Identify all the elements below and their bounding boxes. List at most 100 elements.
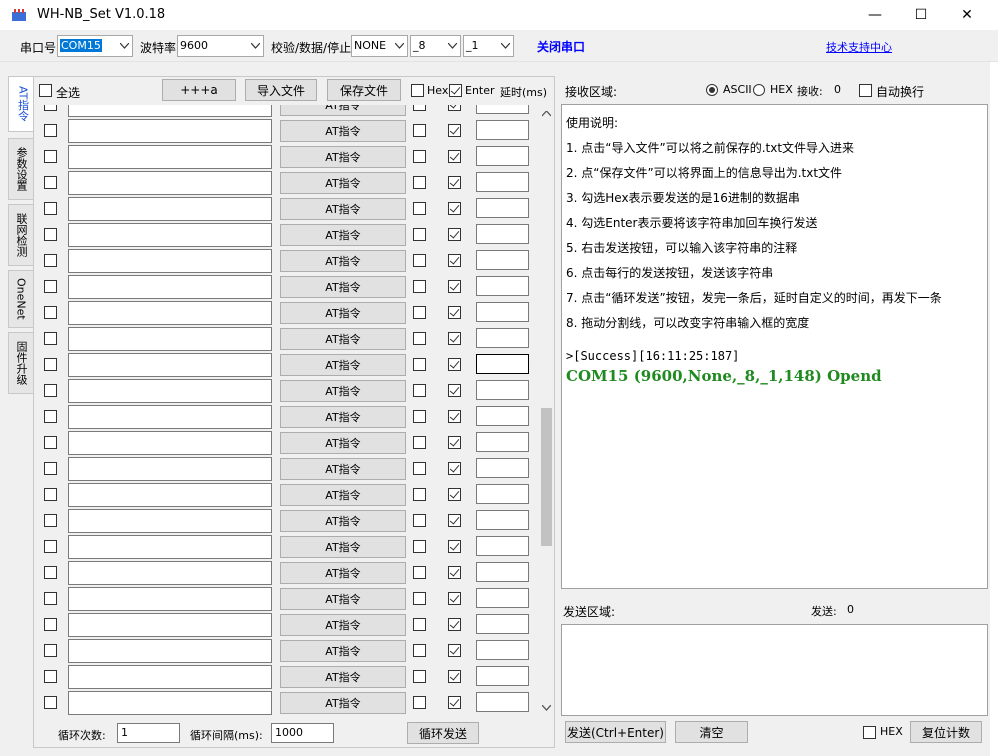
maximize-button[interactable]: ☐ <box>898 0 944 30</box>
row-select-checkbox[interactable] <box>44 124 57 137</box>
row-enter-checkbox[interactable] <box>448 176 461 189</box>
row-enter-checkbox[interactable] <box>448 540 461 553</box>
row-delay-input[interactable] <box>476 198 529 218</box>
at-send-button[interactable]: AT指令 <box>280 406 406 428</box>
row-hex-checkbox[interactable] <box>413 358 426 371</box>
plus-a-button[interactable]: +++a <box>162 79 236 101</box>
command-input[interactable] <box>68 665 272 689</box>
row-delay-input[interactable] <box>476 328 529 348</box>
row-hex-checkbox[interactable] <box>413 514 426 527</box>
at-send-button[interactable]: AT指令 <box>280 120 406 142</box>
row-hex-checkbox[interactable] <box>413 280 426 293</box>
row-enter-checkbox[interactable] <box>448 280 461 293</box>
row-select-checkbox[interactable] <box>44 254 57 267</box>
reset-count-button[interactable]: 复位计数 <box>910 721 982 743</box>
row-hex-checkbox[interactable] <box>413 618 426 631</box>
tab-at-commands[interactable]: AT指令 <box>8 76 36 132</box>
at-send-button[interactable]: AT指令 <box>280 692 406 714</box>
close-button[interactable]: ✕ <box>944 0 990 30</box>
scroll-down-icon[interactable] <box>542 705 551 711</box>
row-enter-checkbox[interactable] <box>448 566 461 579</box>
scroll-up-icon[interactable] <box>542 111 551 117</box>
import-file-button[interactable]: 导入文件 <box>245 79 317 101</box>
at-send-button[interactable]: AT指令 <box>280 536 406 558</box>
at-send-button[interactable]: AT指令 <box>280 302 406 324</box>
row-select-checkbox[interactable] <box>44 410 57 423</box>
row-enter-checkbox[interactable] <box>448 384 461 397</box>
command-input[interactable] <box>68 639 272 663</box>
row-select-checkbox[interactable] <box>44 306 57 319</box>
row-select-checkbox[interactable] <box>44 436 57 449</box>
at-send-button[interactable]: AT指令 <box>280 458 406 480</box>
row-select-checkbox[interactable] <box>44 462 57 475</box>
row-enter-checkbox[interactable] <box>448 358 461 371</box>
row-enter-checkbox[interactable] <box>448 332 461 345</box>
row-delay-input[interactable] <box>476 614 529 634</box>
row-hex-checkbox[interactable] <box>413 306 426 319</box>
tab-onenet[interactable]: OneNet <box>8 270 34 328</box>
row-delay-input[interactable] <box>476 536 529 556</box>
send-hex-checkbox[interactable] <box>863 726 876 739</box>
command-input[interactable] <box>68 197 272 221</box>
row-hex-checkbox[interactable] <box>413 384 426 397</box>
row-enter-checkbox[interactable] <box>448 202 461 215</box>
at-send-button[interactable]: AT指令 <box>280 146 406 168</box>
row-delay-input[interactable] <box>476 692 529 712</box>
row-enter-checkbox[interactable] <box>448 488 461 501</box>
command-input[interactable] <box>68 613 272 637</box>
save-file-button[interactable]: 保存文件 <box>327 79 401 101</box>
row-delay-input[interactable] <box>476 406 529 426</box>
row-delay-input[interactable] <box>476 484 529 504</box>
row-select-checkbox[interactable] <box>44 384 57 397</box>
row-select-checkbox[interactable] <box>44 488 57 501</box>
at-send-button[interactable]: AT指令 <box>280 250 406 272</box>
command-input[interactable] <box>68 691 272 715</box>
row-select-checkbox[interactable] <box>44 618 57 631</box>
command-input[interactable] <box>68 223 272 247</box>
row-hex-checkbox[interactable] <box>413 436 426 449</box>
at-send-button[interactable]: AT指令 <box>280 510 406 532</box>
row-hex-checkbox[interactable] <box>413 124 426 137</box>
row-enter-checkbox[interactable] <box>448 514 461 527</box>
row-delay-input[interactable] <box>476 588 529 608</box>
hex-radio[interactable] <box>753 84 765 96</box>
row-hex-checkbox[interactable] <box>413 488 426 501</box>
row-delay-input[interactable] <box>476 458 529 478</box>
row-select-checkbox[interactable] <box>44 228 57 241</box>
stop-bits-select[interactable]: _1 <box>463 35 514 57</box>
at-send-button[interactable]: AT指令 <box>280 614 406 636</box>
row-hex-checkbox[interactable] <box>413 592 426 605</box>
loop-send-button[interactable]: 循环发送 <box>407 722 479 744</box>
at-send-button[interactable]: AT指令 <box>280 562 406 584</box>
row-delay-input[interactable] <box>476 562 529 582</box>
row-select-checkbox[interactable] <box>44 176 57 189</box>
row-delay-input[interactable] <box>476 302 529 322</box>
command-input[interactable] <box>68 275 272 299</box>
send-button[interactable]: 发送(Ctrl+Enter) <box>565 721 666 743</box>
tab-network-check[interactable]: 联网检测 <box>8 204 34 266</box>
enter-all-checkbox[interactable] <box>449 84 462 97</box>
row-enter-checkbox[interactable] <box>448 150 461 163</box>
row-delay-input[interactable] <box>476 276 529 296</box>
row-hex-checkbox[interactable] <box>413 696 426 709</box>
row-enter-checkbox[interactable] <box>448 670 461 683</box>
row-enter-checkbox[interactable] <box>448 592 461 605</box>
row-delay-input[interactable] <box>476 172 529 192</box>
row-enter-checkbox[interactable] <box>448 254 461 267</box>
parity-select[interactable]: NONE <box>351 35 408 57</box>
select-all-checkbox[interactable] <box>39 84 52 97</box>
at-send-button[interactable]: AT指令 <box>280 484 406 506</box>
loop-count-input[interactable]: 1 <box>117 723 180 743</box>
hex-all-checkbox[interactable] <box>411 84 424 97</box>
receive-area[interactable]: 使用说明: 1. 点击“导入文件”可以将之前保存的.txt文件导入进来 2. 点… <box>561 104 988 589</box>
at-send-button[interactable]: AT指令 <box>280 224 406 246</box>
row-delay-input[interactable] <box>476 666 529 686</box>
port-select[interactable]: COM15 <box>57 35 133 57</box>
row-enter-checkbox[interactable] <box>448 124 461 137</box>
row-select-checkbox[interactable] <box>44 644 57 657</box>
at-send-button[interactable]: AT指令 <box>280 198 406 220</box>
row-delay-input[interactable] <box>476 380 529 400</box>
row-hex-checkbox[interactable] <box>413 105 426 111</box>
command-input[interactable] <box>68 379 272 403</box>
tab-firmware-upgrade[interactable]: 固件升级 <box>8 332 34 394</box>
